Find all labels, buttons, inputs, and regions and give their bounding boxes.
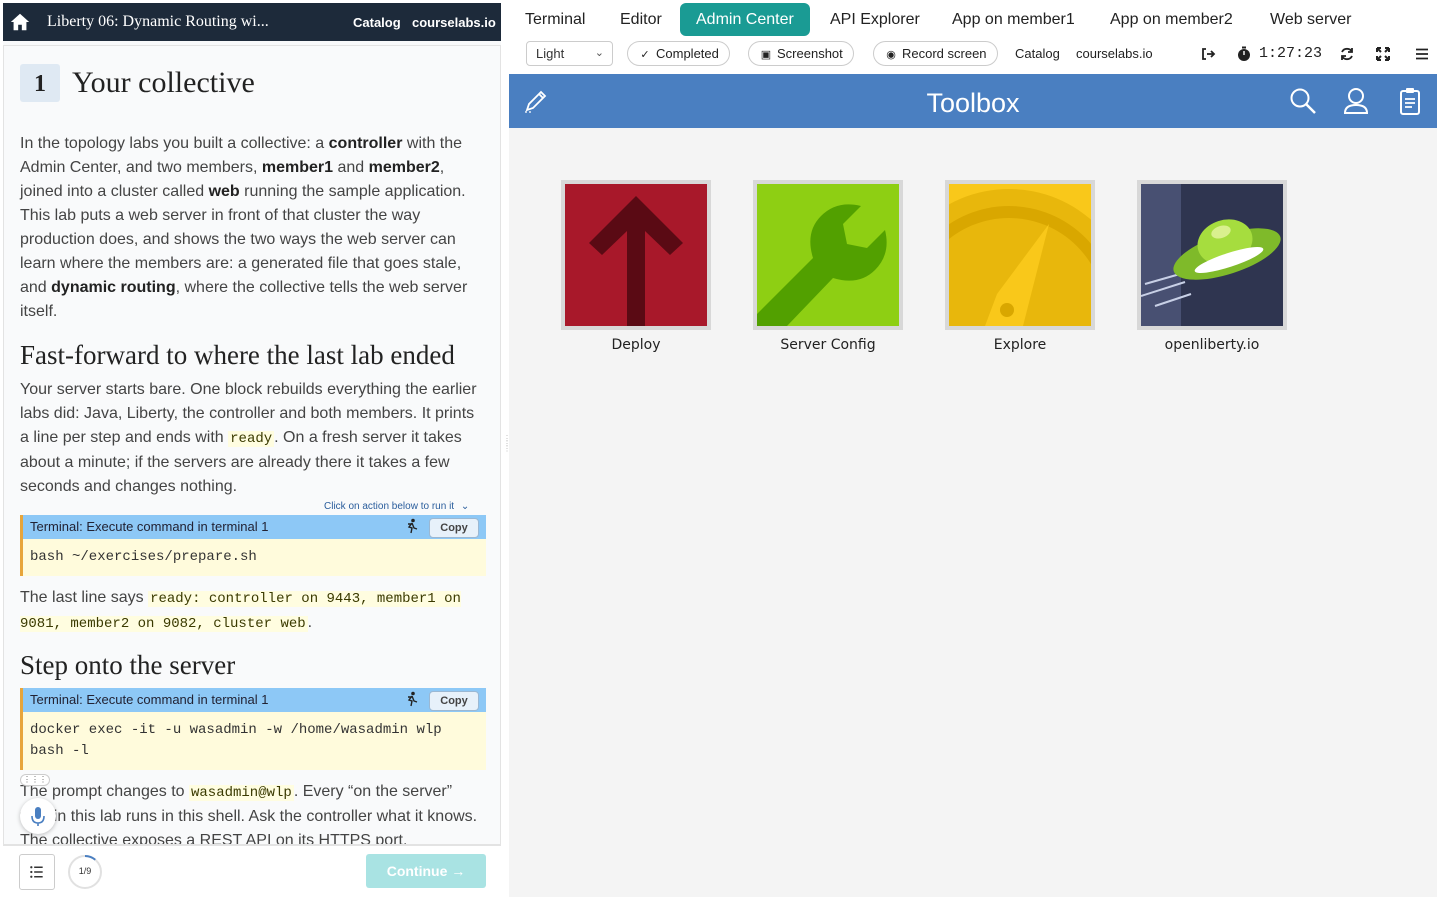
toolbox-workspace: Deploy Server Config Explore openliberty… — [509, 128, 1437, 897]
chevron-down-icon: ⌄ — [594, 47, 604, 59]
tool-label: Explore — [993, 337, 1047, 353]
intro-paragraph: In the topology labs you built a collect… — [20, 135, 468, 320]
result-paragraph: The last line says ready: controller on … — [20, 589, 461, 632]
lab-footer: 1/9 Continue → — [3, 845, 501, 897]
site-link[interactable]: courselabs.io — [1076, 46, 1153, 61]
session-timer: 1:27:23 — [1259, 45, 1323, 62]
run-icon[interactable] — [405, 691, 419, 707]
tool-tile[interactable] — [561, 180, 711, 330]
lab-guide-pane: Liberty 06: Dynamic Routing wi... Catalo… — [3, 3, 501, 897]
copy-button[interactable]: Copy — [429, 691, 479, 711]
microphone-icon — [31, 807, 45, 826]
refresh-icon[interactable] — [1339, 46, 1355, 62]
tab-app-member2[interactable]: App on member2 — [1094, 3, 1249, 36]
wrench-icon — [757, 184, 899, 326]
step-title: Your collective — [72, 66, 255, 99]
compass-icon — [949, 184, 1091, 326]
continue-button[interactable]: Continue → — [366, 854, 486, 888]
tab-terminal[interactable]: Terminal — [509, 3, 601, 36]
copy-button[interactable]: Copy — [429, 518, 479, 538]
chevron-down-icon: ⌄ — [460, 501, 470, 512]
mic-button[interactable] — [20, 798, 56, 834]
lab-title: Liberty 06: Dynamic Routing wi... — [47, 13, 269, 30]
ufo-icon — [1141, 184, 1283, 326]
theme-select[interactable]: Light ⌄ — [526, 41, 613, 66]
command-header: Terminal: Execute command in terminal 1 … — [23, 515, 486, 539]
tool-label: Deploy — [611, 337, 661, 353]
list-icon — [30, 866, 43, 878]
command-label: Terminal: Execute command in terminal 1 — [30, 692, 269, 707]
fullscreen-icon[interactable] — [1375, 46, 1391, 62]
tool-tile[interactable] — [945, 180, 1095, 330]
command-block[interactable]: Terminal: Execute command in terminal 1 … — [20, 688, 486, 770]
prompt-paragraph: The prompt changes to wasadmin@wlp. Ever… — [20, 783, 478, 845]
tool-label: openliberty.io — [1164, 337, 1260, 353]
command-code[interactable]: bash ~/exercises/prepare.sh — [23, 539, 486, 576]
command-code[interactable]: docker exec -it -u wasadmin -w /home/was… — [23, 712, 486, 770]
tab-api-explorer[interactable]: API Explorer — [814, 3, 936, 36]
tab-admin-center[interactable]: Admin Center — [680, 3, 810, 36]
section-heading: Step onto the server — [20, 650, 236, 680]
command-block[interactable]: Terminal: Execute command in terminal 1 … — [20, 515, 486, 576]
run-hint: Click on action below to run it ⌄ — [324, 501, 470, 512]
session-toolbar: Light ⌄ ✓ Completed ▣ Screenshot ◉ Record sc… — [509, 38, 1440, 72]
tab-bar: Terminal Editor Admin Center API Explore… — [509, 0, 1440, 38]
catalog-link[interactable]: Catalog — [353, 15, 401, 30]
catalog-link[interactable]: Catalog — [1015, 46, 1060, 61]
pane-splitter[interactable]: ⋮ ⋮ ⋮ — [503, 435, 511, 466]
screenshot-button[interactable]: ▣ Screenshot — [748, 41, 854, 66]
check-icon: ✓ — [640, 49, 650, 61]
tab-editor[interactable]: Editor — [604, 3, 678, 36]
record-icon: ◉ — [886, 49, 896, 61]
step-number: 1 — [20, 64, 60, 102]
user-icon[interactable] — [1341, 86, 1371, 116]
clipboard-icon[interactable] — [1395, 86, 1425, 116]
menu-icon[interactable] — [1414, 46, 1430, 62]
drag-handle[interactable]: ⋮⋮⋮ — [20, 774, 50, 786]
record-screen-button[interactable]: ◉ Record screen — [873, 41, 998, 66]
tool-label: Server Config — [780, 337, 876, 353]
search-icon[interactable] — [1288, 86, 1318, 116]
completed-button[interactable]: ✓ Completed — [627, 41, 730, 66]
site-link[interactable]: courselabs.io — [412, 15, 496, 30]
command-header: Terminal: Execute command in terminal 1 … — [23, 688, 486, 712]
toc-button[interactable] — [19, 854, 55, 890]
tool-tile[interactable] — [1137, 180, 1287, 330]
section-heading: Fast-forward to where the last lab ended — [20, 340, 455, 370]
admin-center-banner: Toolbox — [509, 74, 1437, 128]
exit-icon[interactable] — [1200, 46, 1216, 62]
section-paragraph: Your server starts bare. One block rebui… — [20, 381, 477, 495]
lab-content[interactable]: 1 Your collective In the topology labs y… — [3, 45, 501, 845]
home-icon[interactable] — [9, 11, 31, 33]
up-arrow-icon — [565, 184, 707, 326]
tab-web-server[interactable]: Web server — [1254, 3, 1368, 36]
command-label: Terminal: Execute command in terminal 1 — [30, 519, 269, 534]
lab-header: Liberty 06: Dynamic Routing wi... Catalo… — [3, 3, 501, 41]
tool-tile[interactable] — [753, 180, 903, 330]
run-icon[interactable] — [405, 518, 419, 534]
progress-label: 1/9 — [78, 866, 92, 876]
stopwatch-icon — [1238, 46, 1250, 61]
camera-icon: ▣ — [760, 49, 772, 61]
tab-app-member1[interactable]: App on member1 — [936, 3, 1091, 36]
